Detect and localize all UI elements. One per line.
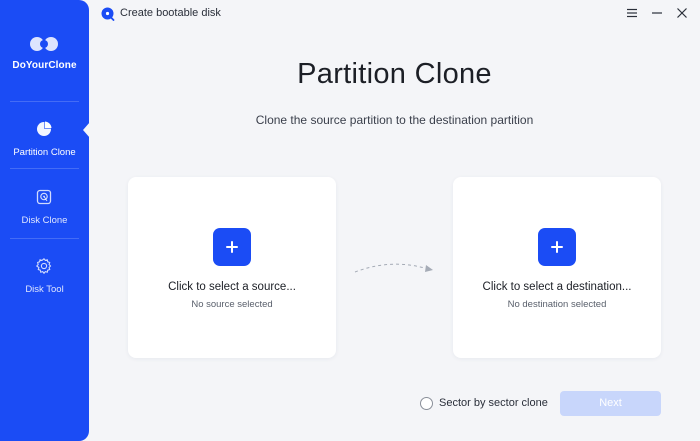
sector-clone-checkbox[interactable]	[420, 397, 433, 410]
add-source-icon[interactable]	[213, 228, 251, 266]
minimize-icon[interactable]	[650, 6, 664, 20]
nav-divider	[10, 238, 79, 239]
bootable-disk-icon[interactable]	[101, 7, 115, 21]
disk-icon	[36, 189, 52, 205]
sidebar-item-label: Disk Clone	[21, 215, 68, 226]
source-card-title: Click to select a source...	[168, 281, 296, 293]
sidebar-item-disk-tool[interactable]: Disk Tool	[0, 257, 89, 315]
page-title: Partition Clone	[297, 58, 492, 90]
nav-divider	[10, 101, 79, 102]
sector-clone-label[interactable]: Sector by sector clone	[439, 397, 548, 409]
destination-card-title: Click to select a destination...	[482, 281, 632, 293]
gear-icon	[35, 258, 52, 275]
destination-card[interactable]: Click to select a destination... No dest…	[453, 177, 661, 358]
sidebar-item-label: Partition Clone	[13, 147, 76, 158]
page-subtitle: Clone the source partition to the destin…	[255, 113, 534, 127]
pie-chart-icon	[37, 121, 52, 136]
source-card-status: No source selected	[191, 299, 273, 310]
app-logo-icon	[30, 37, 58, 51]
nav-divider	[10, 168, 79, 169]
destination-card-status: No destination selected	[507, 299, 607, 310]
next-button[interactable]: Next	[560, 391, 661, 416]
source-card[interactable]: Click to select a source... No source se…	[128, 177, 336, 358]
close-icon[interactable]	[675, 6, 689, 20]
create-bootable-disk-link[interactable]: Create bootable disk	[120, 7, 221, 19]
menu-icon[interactable]	[625, 6, 639, 20]
sidebar-item-partition-clone[interactable]: Partition Clone	[0, 120, 89, 178]
sidebar: DoYourClone Partition Clone Disk Clone D…	[0, 0, 90, 441]
add-destination-icon[interactable]	[538, 228, 576, 266]
direction-arrow-icon	[354, 263, 433, 273]
app-name: DoYourClone	[12, 60, 77, 71]
sidebar-item-label: Disk Tool	[25, 284, 64, 295]
